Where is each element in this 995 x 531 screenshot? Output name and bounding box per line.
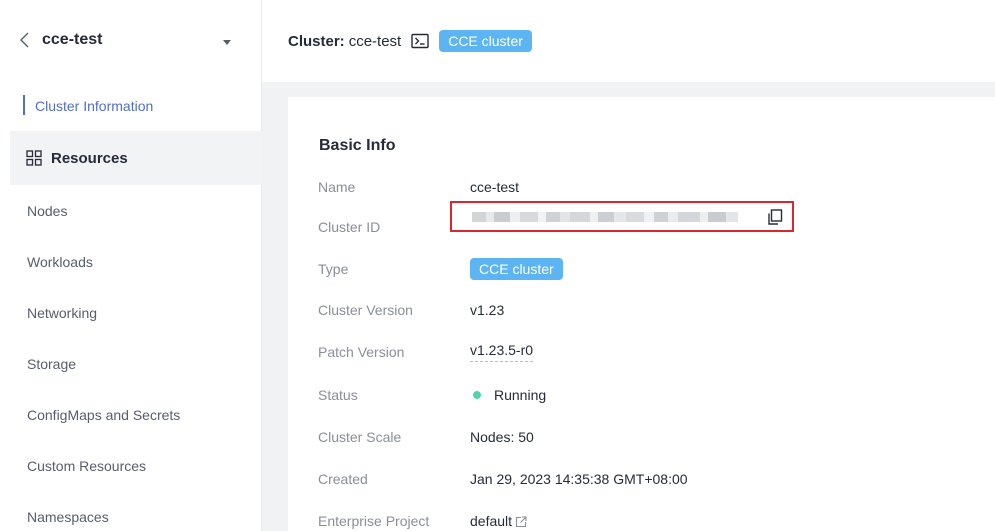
external-link-icon [515, 515, 527, 528]
info-row-status: Status Running [318, 383, 546, 407]
cluster-name: cce-test [42, 31, 103, 48]
section-title: Basic Info [319, 137, 396, 154]
info-value-cluster-scale: Nodes: 50 [470, 429, 534, 445]
cluster-id-redacted [472, 212, 738, 222]
grid-icon [26, 150, 42, 166]
info-label: Enterprise Project [318, 513, 430, 529]
info-label: Patch Version [318, 344, 405, 360]
sidebar-group-resources[interactable]: Resources [10, 131, 262, 185]
info-label: Cluster ID [318, 219, 381, 235]
cluster-switcher[interactable]: cce-test [0, 0, 262, 80]
cluster-id-highlight [450, 201, 794, 232]
info-label: Cluster Scale [318, 429, 402, 445]
info-row-created: Created Jan 29, 2023 14:35:38 GMT+08:00 [318, 467, 688, 491]
terminal-icon[interactable] [411, 33, 429, 49]
sidebar-item-networking[interactable]: Networking [10, 287, 262, 338]
sidebar-item-storage[interactable]: Storage [10, 338, 262, 389]
sidebar-item-label: Nodes [27, 202, 68, 219]
sidebar-item-namespaces[interactable]: Namespaces [10, 491, 262, 531]
info-label: Name [318, 179, 356, 195]
info-row-type: Type CCE cluster [318, 257, 563, 281]
info-label: Type [318, 261, 349, 277]
type-badge: CCE cluster [470, 258, 563, 280]
caret-down-icon[interactable] [222, 34, 232, 45]
sidebar-item-label: Custom Resources [27, 457, 147, 474]
sidebar-item-label: Cluster Information [35, 97, 154, 114]
info-row-enterprise-project: Enterprise Project default [318, 509, 527, 531]
info-value-patch-version[interactable]: v1.23.5-r0 [470, 342, 534, 362]
sidebar-nav: Cluster Information Resources Nodes Work… [10, 80, 262, 531]
info-value-created: Jan 29, 2023 14:35:38 GMT+08:00 [470, 471, 688, 487]
basic-info-card: Basic Info Name cce-test Cluster ID Type… [288, 97, 995, 531]
app-root: cce-test Cluster Information Resources N… [0, 0, 995, 531]
info-row-cluster-version: Cluster Version v1.23 [318, 298, 504, 322]
info-row-name: Name cce-test [318, 175, 519, 199]
sidebar: cce-test Cluster Information Resources N… [0, 0, 262, 531]
info-label: Created [318, 471, 368, 487]
sidebar-item-label: Storage [27, 355, 77, 372]
sidebar-group-label: Resources [51, 149, 128, 167]
active-indicator [23, 95, 25, 115]
header-cluster-name: cce-test [348, 32, 402, 50]
sidebar-item-label: Networking [27, 304, 98, 321]
info-value-cluster-version: v1.23 [470, 302, 505, 318]
info-value-status: Running [494, 387, 547, 403]
sidebar-item-configmaps-and-secrets[interactable]: ConfigMaps and Secrets [10, 389, 262, 440]
info-row-patch-version: Patch Version v1.23.5-r0 [318, 340, 534, 364]
status-running-dot [473, 391, 481, 399]
info-value-name: cce-test [470, 179, 520, 195]
info-label: Status [318, 387, 358, 403]
sidebar-item-custom-resources[interactable]: Custom Resources [10, 440, 262, 491]
sidebar-item-label: ConfigMaps and Secrets [27, 406, 181, 423]
enterprise-project-value: default [470, 513, 513, 529]
info-row-cluster-scale: Cluster Scale Nodes: 50 [318, 425, 534, 449]
info-label: Cluster Version [318, 302, 413, 318]
sidebar-item-cluster-information[interactable]: Cluster Information [10, 80, 262, 131]
main-content: Basic Info Name cce-test Cluster ID Type… [262, 82, 995, 531]
sidebar-item-label: Namespaces [27, 508, 109, 525]
enterprise-project-link[interactable]: default [470, 513, 527, 529]
info-row-cluster-id: Cluster ID [318, 215, 470, 239]
header-label: Cluster: [288, 32, 345, 50]
chevron-left-icon[interactable] [20, 32, 32, 48]
sidebar-item-workloads[interactable]: Workloads [10, 236, 262, 287]
page-header: Cluster: cce-test CCE cluster [262, 0, 995, 82]
sidebar-item-nodes[interactable]: Nodes [10, 185, 262, 236]
sidebar-item-label: Workloads [27, 253, 93, 270]
copy-icon[interactable] [767, 209, 783, 225]
cluster-type-badge: CCE cluster [439, 30, 532, 52]
